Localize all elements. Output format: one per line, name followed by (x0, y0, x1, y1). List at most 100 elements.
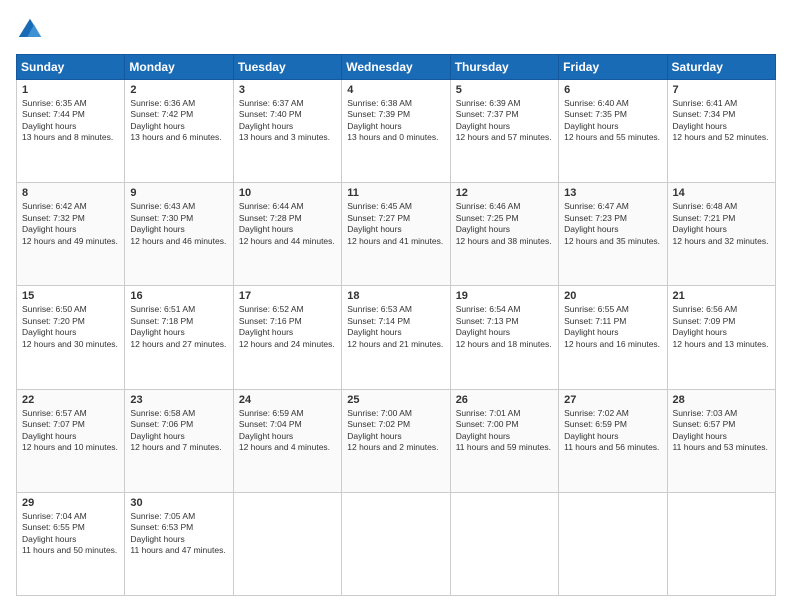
calendar-cell: 9 Sunrise: 6:43 AM Sunset: 7:30 PM Dayli… (125, 183, 233, 286)
weekday-sunday: Sunday (17, 55, 125, 80)
day-info: Sunrise: 6:54 AM Sunset: 7:13 PM Dayligh… (456, 304, 553, 350)
day-info: Sunrise: 6:44 AM Sunset: 7:28 PM Dayligh… (239, 201, 336, 247)
day-number: 18 (347, 290, 444, 302)
day-number: 8 (22, 187, 119, 199)
calendar-cell: 29 Sunrise: 7:04 AM Sunset: 6:55 PM Dayl… (17, 492, 125, 595)
calendar-cell: 7 Sunrise: 6:41 AM Sunset: 7:34 PM Dayli… (667, 80, 775, 183)
day-number: 6 (564, 84, 661, 96)
day-number: 10 (239, 187, 336, 199)
calendar-cell: 17 Sunrise: 6:52 AM Sunset: 7:16 PM Dayl… (233, 286, 341, 389)
day-info: Sunrise: 6:48 AM Sunset: 7:21 PM Dayligh… (673, 201, 770, 247)
calendar-cell: 14 Sunrise: 6:48 AM Sunset: 7:21 PM Dayl… (667, 183, 775, 286)
day-number: 5 (456, 84, 553, 96)
calendar-cell (559, 492, 667, 595)
day-number: 16 (130, 290, 227, 302)
day-number: 11 (347, 187, 444, 199)
day-number: 14 (673, 187, 770, 199)
weekday-friday: Friday (559, 55, 667, 80)
day-info: Sunrise: 7:01 AM Sunset: 7:00 PM Dayligh… (456, 408, 553, 454)
day-number: 1 (22, 84, 119, 96)
calendar-cell: 2 Sunrise: 6:36 AM Sunset: 7:42 PM Dayli… (125, 80, 233, 183)
day-info: Sunrise: 6:51 AM Sunset: 7:18 PM Dayligh… (130, 304, 227, 350)
weekday-saturday: Saturday (667, 55, 775, 80)
day-info: Sunrise: 6:39 AM Sunset: 7:37 PM Dayligh… (456, 98, 553, 144)
day-info: Sunrise: 6:50 AM Sunset: 7:20 PM Dayligh… (22, 304, 119, 350)
calendar-cell: 23 Sunrise: 6:58 AM Sunset: 7:06 PM Dayl… (125, 389, 233, 492)
day-number: 25 (347, 394, 444, 406)
day-number: 29 (22, 497, 119, 509)
day-info: Sunrise: 6:52 AM Sunset: 7:16 PM Dayligh… (239, 304, 336, 350)
calendar-cell: 19 Sunrise: 6:54 AM Sunset: 7:13 PM Dayl… (450, 286, 558, 389)
day-number: 2 (130, 84, 227, 96)
day-number: 4 (347, 84, 444, 96)
calendar-cell: 13 Sunrise: 6:47 AM Sunset: 7:23 PM Dayl… (559, 183, 667, 286)
day-info: Sunrise: 6:58 AM Sunset: 7:06 PM Dayligh… (130, 408, 227, 454)
calendar-cell: 12 Sunrise: 6:46 AM Sunset: 7:25 PM Dayl… (450, 183, 558, 286)
calendar-cell: 11 Sunrise: 6:45 AM Sunset: 7:27 PM Dayl… (342, 183, 450, 286)
day-info: Sunrise: 6:43 AM Sunset: 7:30 PM Dayligh… (130, 201, 227, 247)
day-info: Sunrise: 6:38 AM Sunset: 7:39 PM Dayligh… (347, 98, 444, 144)
week-row-1: 1 Sunrise: 6:35 AM Sunset: 7:44 PM Dayli… (17, 80, 776, 183)
weekday-header-row: SundayMondayTuesdayWednesdayThursdayFrid… (17, 55, 776, 80)
day-number: 20 (564, 290, 661, 302)
calendar-cell (342, 492, 450, 595)
day-number: 15 (22, 290, 119, 302)
day-info: Sunrise: 6:36 AM Sunset: 7:42 PM Dayligh… (130, 98, 227, 144)
day-info: Sunrise: 6:41 AM Sunset: 7:34 PM Dayligh… (673, 98, 770, 144)
day-info: Sunrise: 6:55 AM Sunset: 7:11 PM Dayligh… (564, 304, 661, 350)
day-number: 28 (673, 394, 770, 406)
weekday-tuesday: Tuesday (233, 55, 341, 80)
logo (16, 16, 48, 44)
calendar-cell: 8 Sunrise: 6:42 AM Sunset: 7:32 PM Dayli… (17, 183, 125, 286)
page: SundayMondayTuesdayWednesdayThursdayFrid… (0, 0, 792, 612)
day-info: Sunrise: 6:59 AM Sunset: 7:04 PM Dayligh… (239, 408, 336, 454)
week-row-3: 15 Sunrise: 6:50 AM Sunset: 7:20 PM Dayl… (17, 286, 776, 389)
logo-icon (16, 16, 44, 44)
calendar-cell: 4 Sunrise: 6:38 AM Sunset: 7:39 PM Dayli… (342, 80, 450, 183)
calendar-table: SundayMondayTuesdayWednesdayThursdayFrid… (16, 54, 776, 596)
day-number: 13 (564, 187, 661, 199)
calendar-cell: 24 Sunrise: 6:59 AM Sunset: 7:04 PM Dayl… (233, 389, 341, 492)
calendar-cell: 21 Sunrise: 6:56 AM Sunset: 7:09 PM Dayl… (667, 286, 775, 389)
day-number: 3 (239, 84, 336, 96)
calendar-cell: 3 Sunrise: 6:37 AM Sunset: 7:40 PM Dayli… (233, 80, 341, 183)
day-number: 23 (130, 394, 227, 406)
calendar-cell: 6 Sunrise: 6:40 AM Sunset: 7:35 PM Dayli… (559, 80, 667, 183)
day-number: 12 (456, 187, 553, 199)
calendar-cell: 27 Sunrise: 7:02 AM Sunset: 6:59 PM Dayl… (559, 389, 667, 492)
day-number: 22 (22, 394, 119, 406)
day-info: Sunrise: 6:47 AM Sunset: 7:23 PM Dayligh… (564, 201, 661, 247)
weekday-wednesday: Wednesday (342, 55, 450, 80)
day-info: Sunrise: 6:42 AM Sunset: 7:32 PM Dayligh… (22, 201, 119, 247)
calendar-cell (667, 492, 775, 595)
calendar-cell: 18 Sunrise: 6:53 AM Sunset: 7:14 PM Dayl… (342, 286, 450, 389)
calendar-cell: 10 Sunrise: 6:44 AM Sunset: 7:28 PM Dayl… (233, 183, 341, 286)
day-info: Sunrise: 7:03 AM Sunset: 6:57 PM Dayligh… (673, 408, 770, 454)
day-number: 9 (130, 187, 227, 199)
week-row-4: 22 Sunrise: 6:57 AM Sunset: 7:07 PM Dayl… (17, 389, 776, 492)
day-number: 21 (673, 290, 770, 302)
day-info: Sunrise: 6:57 AM Sunset: 7:07 PM Dayligh… (22, 408, 119, 454)
week-row-5: 29 Sunrise: 7:04 AM Sunset: 6:55 PM Dayl… (17, 492, 776, 595)
day-info: Sunrise: 7:05 AM Sunset: 6:53 PM Dayligh… (130, 511, 227, 557)
calendar-cell: 16 Sunrise: 6:51 AM Sunset: 7:18 PM Dayl… (125, 286, 233, 389)
week-row-2: 8 Sunrise: 6:42 AM Sunset: 7:32 PM Dayli… (17, 183, 776, 286)
calendar-cell: 25 Sunrise: 7:00 AM Sunset: 7:02 PM Dayl… (342, 389, 450, 492)
day-info: Sunrise: 6:53 AM Sunset: 7:14 PM Dayligh… (347, 304, 444, 350)
day-number: 26 (456, 394, 553, 406)
calendar-cell: 5 Sunrise: 6:39 AM Sunset: 7:37 PM Dayli… (450, 80, 558, 183)
day-number: 19 (456, 290, 553, 302)
day-info: Sunrise: 7:00 AM Sunset: 7:02 PM Dayligh… (347, 408, 444, 454)
day-number: 17 (239, 290, 336, 302)
day-info: Sunrise: 6:40 AM Sunset: 7:35 PM Dayligh… (564, 98, 661, 144)
day-number: 24 (239, 394, 336, 406)
weekday-monday: Monday (125, 55, 233, 80)
calendar-cell: 1 Sunrise: 6:35 AM Sunset: 7:44 PM Dayli… (17, 80, 125, 183)
day-number: 7 (673, 84, 770, 96)
day-info: Sunrise: 6:35 AM Sunset: 7:44 PM Dayligh… (22, 98, 119, 144)
day-number: 27 (564, 394, 661, 406)
calendar-cell: 28 Sunrise: 7:03 AM Sunset: 6:57 PM Dayl… (667, 389, 775, 492)
calendar-cell (450, 492, 558, 595)
day-info: Sunrise: 7:04 AM Sunset: 6:55 PM Dayligh… (22, 511, 119, 557)
calendar-cell: 15 Sunrise: 6:50 AM Sunset: 7:20 PM Dayl… (17, 286, 125, 389)
